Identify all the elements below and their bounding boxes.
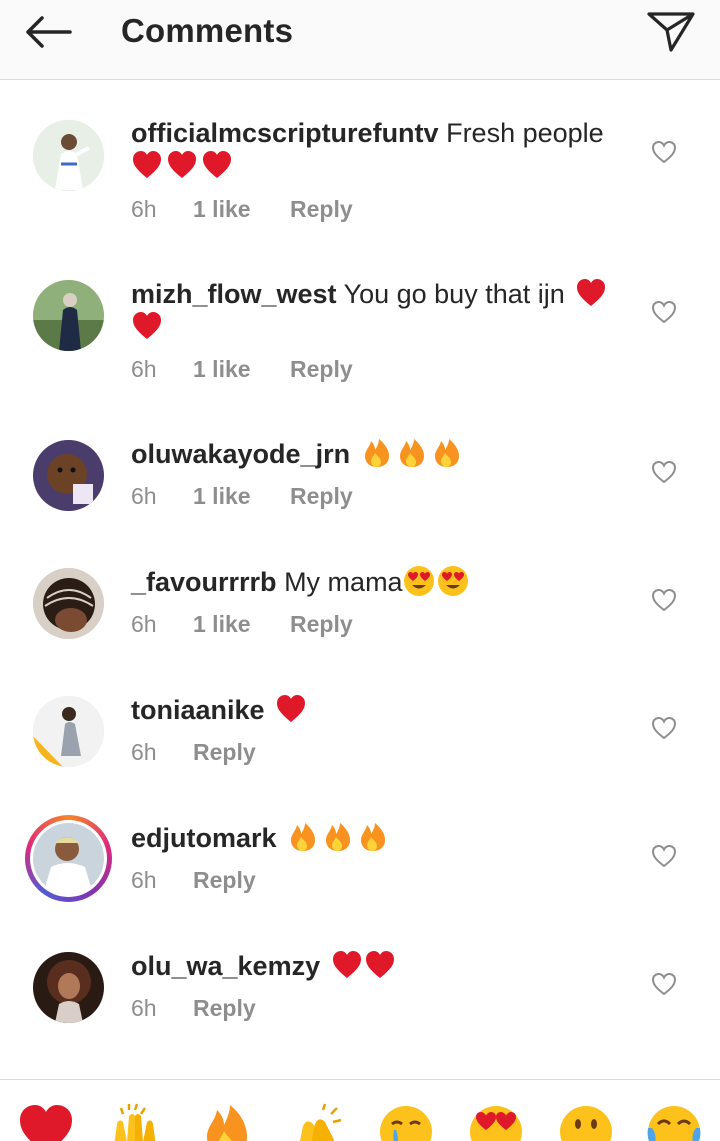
reply-button[interactable]: Reply (193, 739, 256, 766)
comment-text: edjutomark (131, 821, 621, 854)
comment-time: 6h (131, 356, 157, 382)
like-heart-icon[interactable] (651, 588, 677, 612)
comment-likes[interactable]: 1 like (193, 196, 290, 223)
reply-button[interactable]: Reply (193, 995, 256, 1022)
red-heart-icon (365, 951, 394, 978)
comment-emojis (284, 823, 389, 853)
comment-likes[interactable]: 1 like (193, 483, 290, 510)
comment-time: 6h (131, 867, 157, 893)
red-heart-icon[interactable] (18, 1102, 74, 1141)
comment-text: mizh_flow_west You go buy that ijn (131, 277, 621, 343)
comments-list[interactable]: officialmcscripturefuntv Fresh people 6h… (0, 81, 720, 1079)
comment-text: _favourrrrb My mama (131, 565, 621, 598)
reply-button[interactable]: Reply (290, 356, 353, 383)
fire-icon (399, 439, 424, 467)
comment-text: officialmcscripturefuntv Fresh people (131, 117, 621, 182)
red-heart-icon (332, 951, 361, 978)
comment-username[interactable]: officialmcscripturefuntv (131, 118, 439, 148)
like-heart-icon[interactable] (651, 140, 677, 164)
avatar[interactable] (33, 696, 104, 767)
comment-text: olu_wa_kemzy (131, 949, 621, 982)
fire-icon (434, 439, 459, 467)
heart-eyes-icon (437, 566, 468, 596)
fire-icon (291, 823, 316, 851)
comment-time: 6h (131, 995, 157, 1021)
comment-username[interactable]: olu_wa_kemzy (131, 951, 320, 981)
comment-meta: 6h Reply (131, 739, 256, 766)
comment-meta: 6h Reply (131, 867, 256, 894)
surprised-face-icon[interactable] (558, 1102, 614, 1141)
avatar[interactable] (33, 440, 104, 511)
red-heart-icon (168, 151, 196, 178)
comment-meta: 6h 1 like Reply (131, 483, 353, 510)
comment-text: toniaanike (131, 693, 621, 726)
comment-meta: 6h Reply (131, 995, 256, 1022)
heart-eyes-icon[interactable] (468, 1102, 524, 1141)
avatar-story-ring[interactable] (25, 815, 112, 902)
comment-username[interactable]: edjutomark (131, 823, 277, 853)
comment-emojis (128, 151, 233, 181)
comment-time: 6h (131, 196, 157, 222)
reply-button[interactable]: Reply (193, 867, 256, 894)
fire-icon (326, 823, 351, 851)
comment-likes[interactable]: 1 like (193, 611, 290, 638)
comment-body: Fresh people (446, 118, 604, 148)
like-heart-icon[interactable] (651, 460, 677, 484)
comment-meta: 6h 1 like Reply (131, 611, 353, 638)
comment-body: You go buy that ijn (343, 279, 565, 309)
header-bar: Comments (0, 0, 720, 80)
reply-button[interactable]: Reply (290, 611, 353, 638)
comment-likes[interactable]: 1 like (193, 356, 290, 383)
crying-face-icon[interactable] (378, 1102, 434, 1141)
comment-time: 6h (131, 611, 157, 637)
red-heart-icon (133, 151, 161, 178)
comment-emojis (403, 566, 469, 597)
paper-plane-icon (647, 12, 695, 52)
avatar[interactable] (33, 280, 104, 351)
page-title: Comments (121, 12, 294, 49)
arrow-left-icon (26, 16, 72, 48)
comment-time: 6h (131, 739, 157, 765)
avatar[interactable] (33, 952, 104, 1023)
like-heart-icon[interactable] (651, 716, 677, 740)
comment-text: oluwakayode_jrn (131, 437, 621, 470)
comment-meta: 6h 1 like Reply (131, 196, 353, 223)
comment-emojis (358, 439, 463, 469)
raising-hands-icon[interactable] (107, 1102, 163, 1141)
reply-button[interactable]: Reply (290, 196, 353, 223)
quick-emoji-bar (0, 1079, 720, 1141)
comment-username[interactable]: mizh_flow_west (131, 279, 337, 309)
comment-username[interactable]: _favourrrrb (131, 567, 277, 597)
red-heart-icon (277, 695, 306, 722)
clapping-hands-icon[interactable] (289, 1102, 345, 1141)
fire-icon[interactable] (199, 1102, 255, 1141)
fire-icon (364, 439, 389, 467)
send-button[interactable] (646, 8, 696, 54)
like-heart-icon[interactable] (651, 972, 677, 996)
red-heart-icon (203, 151, 231, 178)
comment-username[interactable]: oluwakayode_jrn (131, 439, 350, 469)
comment-username[interactable]: toniaanike (131, 695, 265, 725)
avatar[interactable] (33, 120, 104, 191)
like-heart-icon[interactable] (651, 844, 677, 868)
tears-of-joy-icon[interactable] (646, 1102, 702, 1141)
like-heart-icon[interactable] (651, 300, 677, 324)
red-heart-icon (577, 279, 606, 306)
avatar[interactable] (33, 568, 104, 639)
comment-time: 6h (131, 483, 157, 509)
comment-emojis (328, 951, 396, 981)
fire-icon (361, 823, 386, 851)
comment-meta: 6h 1 like Reply (131, 356, 353, 383)
comment-body: My mama (284, 567, 403, 597)
red-heart-icon (133, 312, 161, 339)
back-button[interactable] (20, 10, 76, 54)
reply-button[interactable]: Reply (290, 483, 353, 510)
heart-eyes-icon (403, 566, 434, 596)
